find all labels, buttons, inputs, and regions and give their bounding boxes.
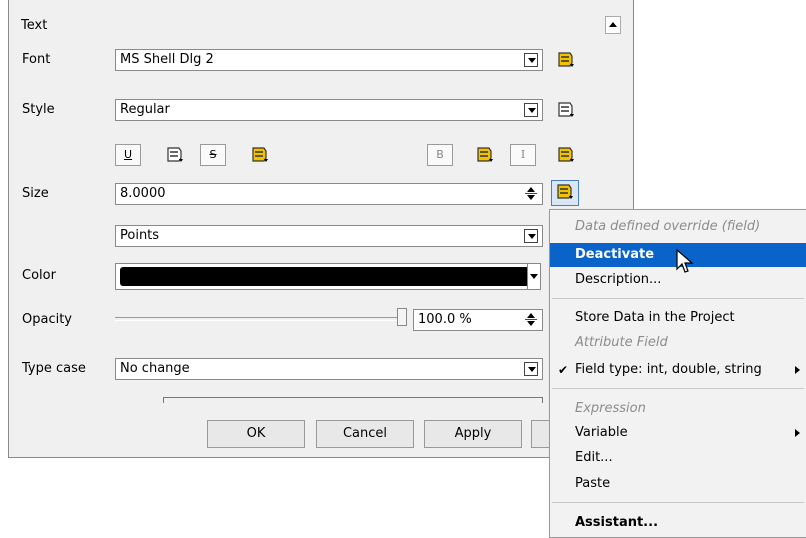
apply-button[interactable]: Apply	[424, 420, 522, 448]
mouse-cursor-icon	[676, 249, 694, 273]
menu-item-field-type[interactable]: ✔ Field type: int, double, string	[550, 358, 806, 382]
font-combo[interactable]: MS Shell Dlg 2	[115, 49, 543, 71]
type-case-value: No change	[120, 361, 190, 376]
opacity-slider-handle[interactable]	[397, 308, 407, 326]
opacity-slider-track[interactable]	[115, 317, 405, 321]
bold-data-defined-button[interactable]	[472, 144, 496, 166]
underline-button[interactable]: U	[115, 144, 141, 166]
font-data-defined-button[interactable]	[553, 49, 577, 71]
italic-button[interactable]: I	[510, 144, 536, 166]
style-data-defined-button[interactable]	[553, 99, 577, 121]
submenu-arrow-icon	[795, 366, 800, 374]
type-case-label: Type case	[22, 361, 86, 376]
menu-item-store-data[interactable]: Store Data in the Project	[550, 306, 806, 330]
chevron-down-icon	[524, 362, 538, 376]
chevron-down-icon	[530, 274, 538, 279]
scroll-up-arrow-icon[interactable]	[605, 16, 621, 34]
data-defined-inactive-icon	[167, 147, 183, 162]
submenu-arrow-icon	[795, 429, 800, 437]
size-label: Size	[22, 186, 49, 201]
menu-header: Data defined override (field)	[575, 219, 761, 234]
opacity-label: Opacity	[22, 312, 73, 327]
style-combo[interactable]: Regular	[115, 99, 543, 121]
italic-data-defined-button[interactable]	[553, 144, 577, 166]
color-button[interactable]	[115, 263, 539, 290]
opacity-value: 100.0 %	[418, 312, 472, 327]
strikeout-button[interactable]: S	[200, 144, 226, 166]
chevron-down-icon	[524, 103, 538, 117]
checkmark-icon: ✔	[558, 363, 569, 377]
menu-item-edit[interactable]: Edit...	[550, 446, 806, 470]
menu-separator	[552, 298, 804, 299]
strikeout-data-defined-button[interactable]	[247, 144, 271, 166]
menu-item-label: Field type: int, double, string	[575, 362, 762, 377]
data-defined-active-icon	[558, 52, 574, 67]
ok-button[interactable]: OK	[207, 420, 305, 448]
bold-button[interactable]: B	[427, 144, 453, 166]
font-value: MS Shell Dlg 2	[120, 52, 214, 67]
menu-item-label: Variable	[575, 425, 628, 440]
menu-separator	[552, 388, 804, 389]
chevron-down-icon	[524, 229, 538, 243]
section-title: Text	[21, 18, 48, 33]
color-swatch	[120, 267, 534, 286]
menu-section-attribute-field: Attribute Field	[575, 335, 668, 350]
chevron-down-icon	[524, 53, 538, 67]
menu-item-assistant[interactable]: Assistant...	[550, 511, 806, 535]
size-data-defined-button[interactable]	[551, 180, 579, 206]
style-label: Style	[22, 102, 55, 117]
font-label: Font	[22, 52, 51, 67]
data-defined-active-icon	[558, 147, 574, 162]
spin-arrows-icon[interactable]	[525, 312, 539, 328]
text-format-dialog: Text Font MS Shell Dlg 2 Style Regular U	[8, 0, 634, 458]
size-spinbox[interactable]: 8.0000	[115, 183, 543, 205]
data-defined-active-icon	[557, 184, 573, 199]
menu-item-paste[interactable]: Paste	[550, 472, 806, 496]
menu-separator	[552, 502, 804, 503]
menu-section-expression: Expression	[575, 401, 646, 416]
menu-item-label: Deactivate	[575, 247, 655, 262]
size-unit-value: Points	[120, 228, 160, 243]
size-value: 8.0000	[120, 186, 166, 201]
type-case-combo[interactable]: No change	[115, 358, 543, 380]
spin-arrows-icon[interactable]	[525, 186, 539, 202]
color-dropdown-button[interactable]	[527, 263, 541, 290]
cancel-button[interactable]: Cancel	[316, 420, 414, 448]
opacity-spinbox[interactable]: 100.0 %	[413, 309, 543, 331]
underline-data-defined-button[interactable]	[162, 144, 186, 166]
menu-item-variable[interactable]: Variable	[550, 421, 806, 445]
color-label: Color	[22, 268, 56, 283]
size-unit-combo[interactable]: Points	[115, 225, 543, 247]
data-defined-inactive-icon	[558, 102, 574, 117]
partially-hidden-field	[163, 397, 543, 403]
style-value: Regular	[120, 102, 170, 117]
data-defined-active-icon	[252, 147, 268, 162]
data-defined-active-icon	[477, 147, 493, 162]
